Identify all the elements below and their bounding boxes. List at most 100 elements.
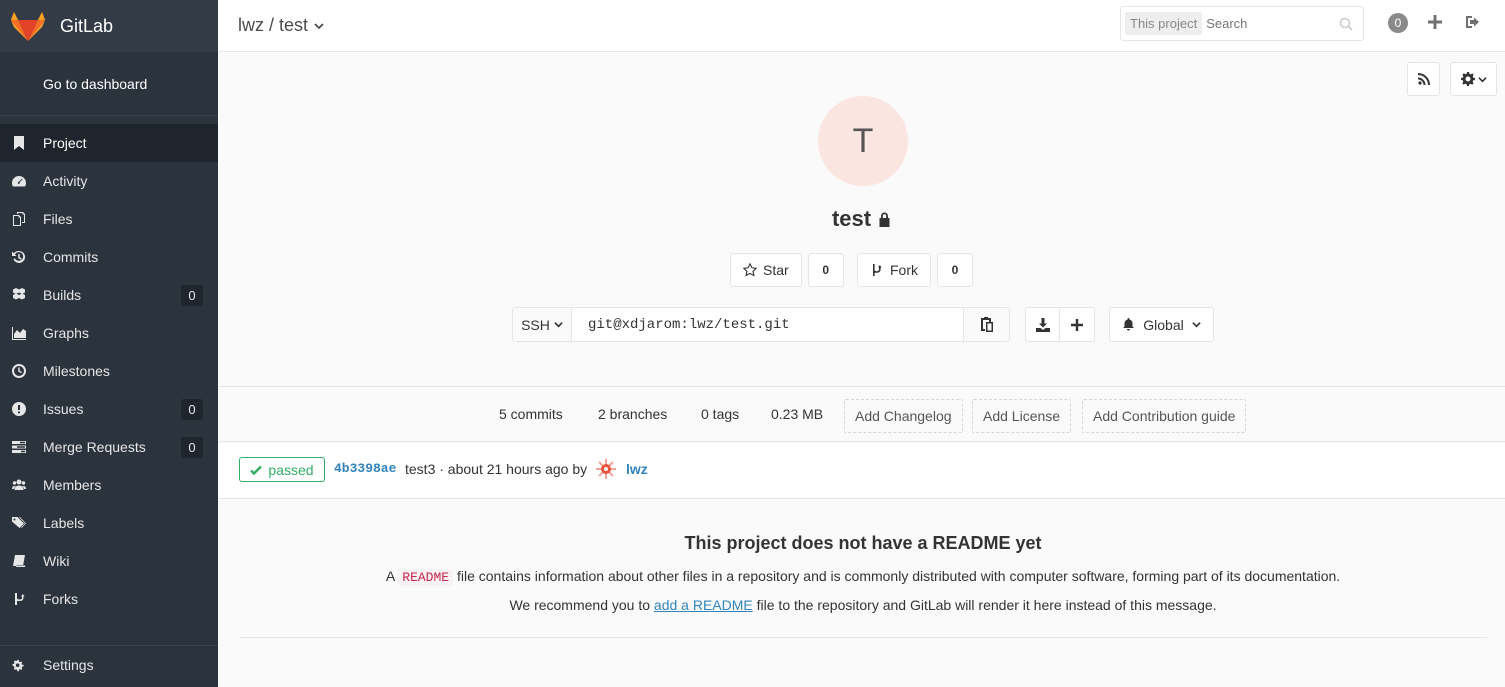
users-icon	[12, 478, 26, 492]
builds-count-badge: 0	[181, 285, 203, 306]
clipboard-icon	[980, 317, 993, 332]
download-button[interactable]	[1025, 307, 1060, 342]
sidebar-item-label: Forks	[43, 591, 78, 607]
sidebar-item-milestones[interactable]: Milestones	[0, 352, 218, 390]
page-title: lwz / test	[238, 15, 309, 35]
sidebar-item-label: Builds	[43, 287, 82, 303]
commit-sha-link[interactable]: 4b3398ae	[334, 461, 396, 476]
sidebar-item-forks[interactable]: Forks	[0, 580, 218, 618]
sidebar-item-label: Milestones	[43, 363, 110, 379]
add-file-button[interactable]	[1060, 307, 1095, 342]
search-input[interactable]	[1206, 16, 1337, 31]
sidebar-item-issues[interactable]: Issues 0	[0, 390, 218, 428]
brand[interactable]: GitLab	[0, 0, 218, 52]
add-contribution-guide-link[interactable]: Add Contribution guide	[1082, 399, 1247, 433]
rss-button[interactable]	[1407, 62, 1440, 96]
star-label: Star	[763, 262, 789, 278]
sign-out-icon[interactable]	[1465, 14, 1482, 30]
sidebar-nav: Project Activity Files Commits Builds 0 …	[0, 124, 218, 618]
sidebar-item-project[interactable]: Project	[0, 124, 218, 162]
lock-icon	[879, 212, 890, 227]
add-changelog-link[interactable]: Add Changelog	[844, 399, 963, 433]
new-item-plus-icon[interactable]	[1427, 14, 1443, 30]
plus-icon	[1071, 318, 1083, 331]
copy-clone-url-button[interactable]	[964, 307, 1010, 342]
sidebar-settings-section: Settings	[0, 639, 218, 684]
author-avatar-icon[interactable]	[595, 458, 617, 480]
code-fork-icon	[873, 264, 882, 276]
notification-level-label: Global	[1143, 316, 1184, 333]
tags-count-link[interactable]: 0 tags	[701, 406, 739, 422]
sidebar-item-settings[interactable]: Settings	[0, 646, 218, 684]
sidebar-item-label: Graphs	[43, 325, 89, 341]
sidebar-item-members[interactable]: Members	[0, 466, 218, 504]
fork-label: Fork	[890, 262, 918, 278]
brand-name: GitLab	[60, 15, 114, 36]
area-chart-icon	[12, 326, 26, 340]
notification-level-dropdown[interactable]: Global	[1109, 307, 1214, 342]
star-button[interactable]: Star	[730, 253, 802, 287]
issues-count-badge: 0	[181, 399, 203, 420]
readme-title: This project does not have a README yet	[684, 533, 1042, 553]
repo-size: 0.23 MB	[771, 406, 824, 422]
project-main: T test Star 0 Fork 0 SSH git@xdjarom:lwz…	[218, 52, 1505, 687]
clone-group: SSH git@xdjarom:lwz/test.git	[512, 307, 1010, 342]
sidebar-item-activity[interactable]: Activity	[0, 162, 218, 200]
gitlab-logo-icon	[11, 12, 45, 41]
project-settings-dropdown[interactable]	[1450, 62, 1497, 96]
sidebar-item-builds[interactable]: Builds 0	[0, 276, 218, 314]
readme-p1-prefix: A	[385, 568, 395, 584]
sidebar-item-label: Settings	[43, 657, 94, 673]
search-box[interactable]: This project	[1120, 6, 1364, 41]
sidebar-item-label: Activity	[43, 173, 88, 189]
todos-count-badge[interactable]: 0	[1388, 13, 1408, 33]
project-name: test	[831, 206, 872, 231]
ci-status-badge[interactable]: passed	[239, 457, 325, 482]
sidebar-item-label: Wiki	[43, 553, 70, 569]
dashboard-icon	[12, 174, 26, 188]
sidebar-item-graphs[interactable]: Graphs	[0, 314, 218, 352]
readme-p2-suffix: file to the repository and GitLab will r…	[756, 597, 1217, 613]
clone-url-input[interactable]: git@xdjarom:lwz/test.git	[572, 307, 964, 342]
chevron-down-icon	[314, 22, 324, 29]
clone-protocol-label: SSH	[521, 316, 550, 333]
sidebar-item-files[interactable]: Files	[0, 200, 218, 238]
add-license-link[interactable]: Add License	[972, 399, 1072, 433]
sidebar-item-labels[interactable]: Labels	[0, 504, 218, 542]
star-icon	[743, 263, 757, 277]
clone-protocol-dropdown[interactable]: SSH	[512, 307, 572, 342]
search-scope-badge[interactable]: This project	[1125, 12, 1203, 35]
go-to-dashboard-link[interactable]: Go to dashboard	[0, 52, 218, 116]
merge-requests-count-badge: 0	[181, 437, 203, 458]
chevron-down-icon	[1192, 322, 1201, 328]
last-commit-bar: passed 4b3398ae test3 · about 21 hours a…	[218, 443, 1505, 499]
search-icon	[1339, 17, 1353, 31]
fork-count[interactable]: 0	[937, 253, 973, 287]
readme-p2-prefix: We recommend you to	[509, 597, 651, 613]
bookmark-icon	[12, 136, 26, 150]
fork-button[interactable]: Fork	[857, 253, 931, 287]
cogs-icon	[12, 658, 26, 672]
commit-author-link[interactable]: lwz	[626, 461, 648, 477]
sidebar: GitLab Go to dashboard Project Activity …	[0, 0, 218, 687]
project-breadcrumb[interactable]: lwz / test	[238, 15, 324, 36]
sidebar-item-merge-requests[interactable]: Merge Requests 0	[0, 428, 218, 466]
sidebar-item-label: Commits	[43, 249, 99, 265]
sidebar-item-label: Labels	[43, 515, 85, 531]
chevron-down-icon	[554, 322, 563, 328]
sidebar-item-wiki[interactable]: Wiki	[0, 542, 218, 580]
commits-count-link[interactable]: 5 commits	[499, 406, 563, 422]
star-count[interactable]: 0	[807, 253, 844, 287]
sidebar-item-label: Issues	[43, 401, 84, 417]
branches-count-link[interactable]: 2 branches	[598, 406, 667, 422]
history-icon	[12, 250, 26, 264]
download-icon	[1035, 317, 1050, 332]
readme-p1-suffix: file contains information about other fi…	[456, 568, 1341, 584]
add-readme-link[interactable]: add a README	[654, 597, 753, 613]
readme-code: README	[398, 569, 454, 586]
sidebar-item-commits[interactable]: Commits	[0, 238, 218, 276]
commit-message: test3 · about 21 hours ago by	[405, 461, 588, 477]
sidebar-item-label: Merge Requests	[43, 439, 146, 455]
book-icon	[12, 554, 26, 568]
fork-button-group: Fork 0	[857, 253, 973, 287]
